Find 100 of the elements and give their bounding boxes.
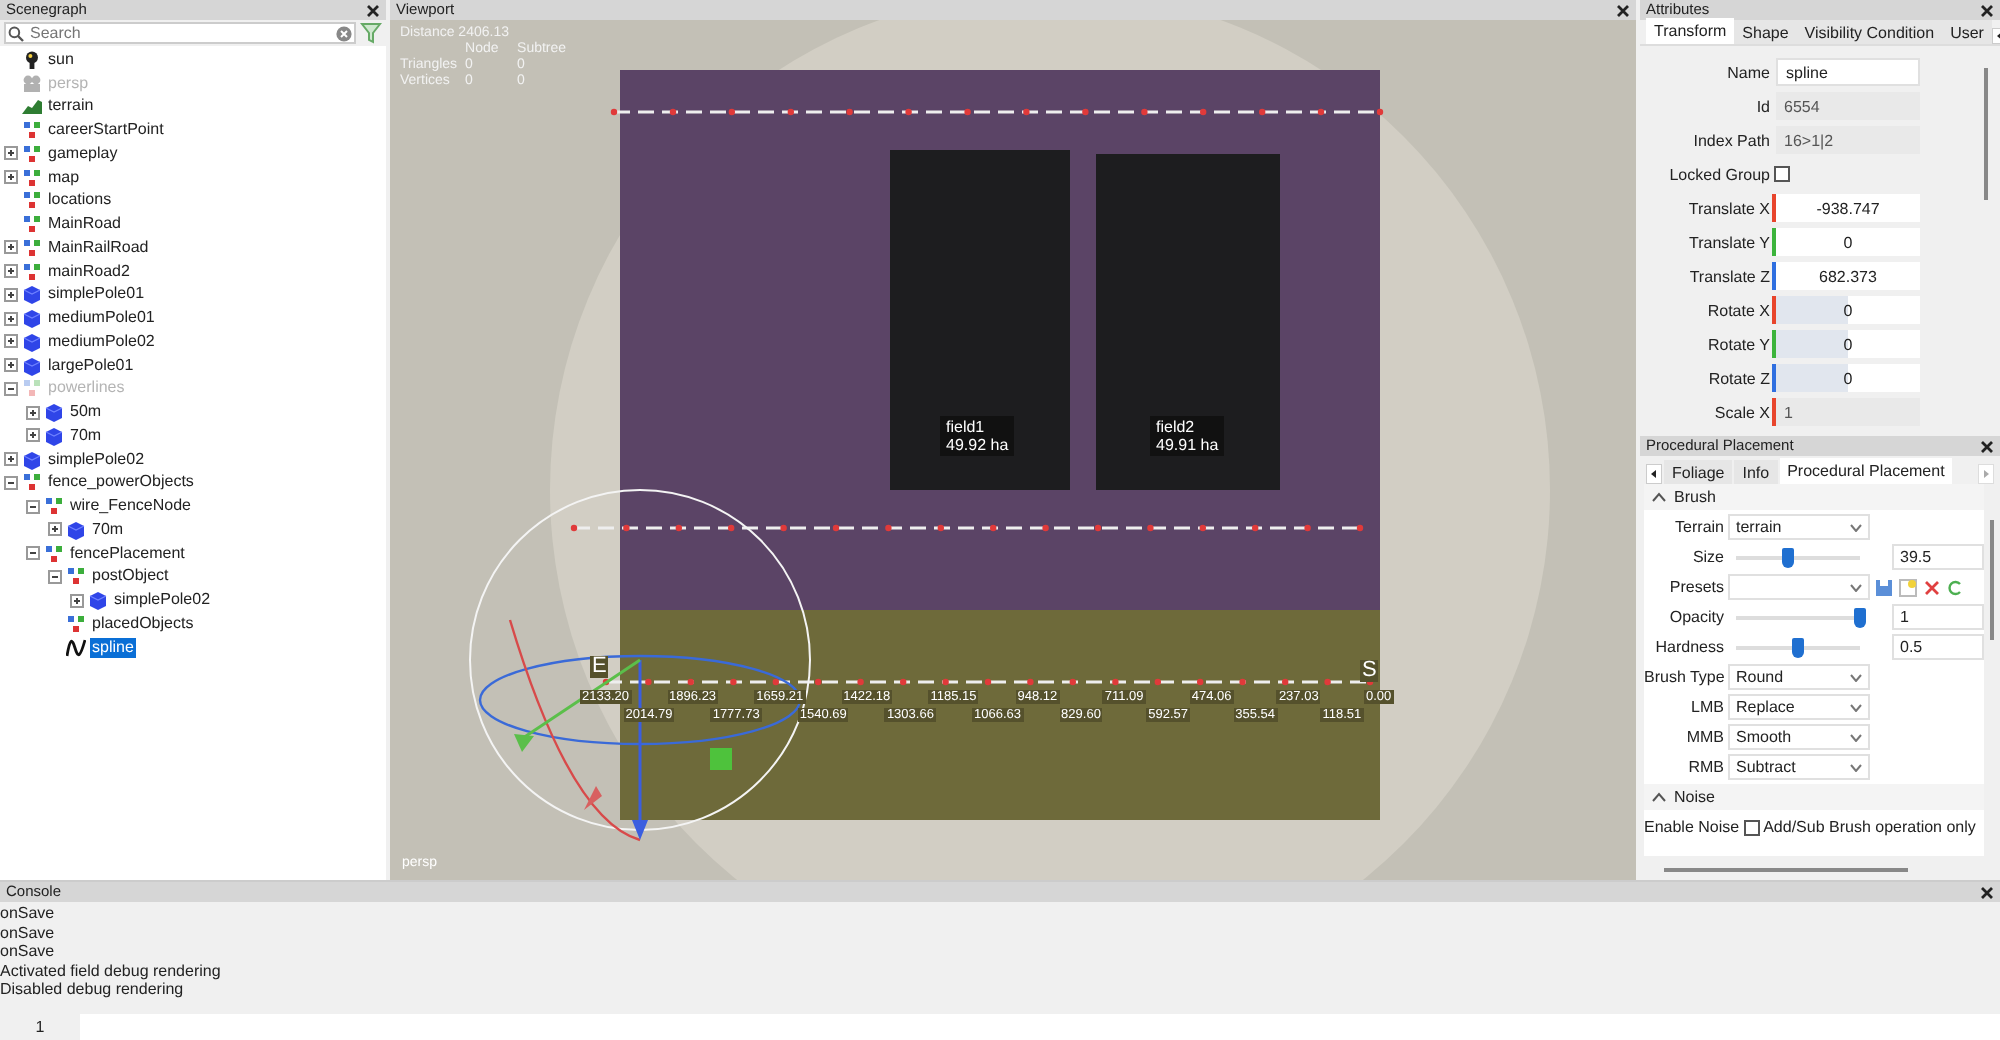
dropdown[interactable]: Smooth	[1728, 724, 1870, 750]
section-title: Noise	[1674, 788, 1715, 806]
dropdown[interactable]: terrain	[1728, 514, 1870, 540]
dropdown[interactable]: Subtract	[1728, 754, 1870, 780]
input-field[interactable]: 0	[1776, 364, 1920, 392]
field-label: Hardness	[1653, 638, 1724, 656]
section-header[interactable]: Noise	[1644, 784, 1984, 810]
expand-icon[interactable]	[4, 334, 18, 349]
tree-item[interactable]: gameplay	[46, 143, 120, 164]
input-field[interactable]: spline	[1776, 58, 1920, 86]
collapse-caret-icon[interactable]	[1652, 792, 1666, 802]
tree-item[interactable]: simplePole02	[112, 590, 213, 611]
tree-item[interactable]: locations	[46, 190, 114, 211]
cube-icon	[44, 402, 64, 423]
tree-item[interactable]: largePole01	[46, 355, 136, 376]
tree-item[interactable]: map	[46, 167, 82, 188]
expand-icon[interactable]	[48, 522, 62, 537]
tab[interactable]: Transform	[1646, 18, 1735, 44]
section-header[interactable]: Brush	[1644, 484, 1984, 510]
input-field[interactable]: 0	[1776, 330, 1920, 358]
tree-item[interactable]: wire_FenceNode	[68, 496, 193, 517]
close-icon[interactable]	[1980, 439, 1994, 453]
tree-item[interactable]: MainRailRoad	[46, 237, 151, 258]
checkbox[interactable]	[1774, 166, 1790, 182]
expand-icon[interactable]	[4, 311, 18, 326]
collapse-caret-icon[interactable]	[1652, 492, 1666, 502]
camera-icon	[22, 73, 42, 94]
cube-icon	[22, 284, 42, 305]
tree-item[interactable]: placedObjects	[90, 613, 196, 634]
tree-item[interactable]: fencePlacement	[68, 543, 187, 564]
expand-icon[interactable]	[4, 240, 18, 255]
expand-icon[interactable]	[4, 287, 18, 302]
tree-item[interactable]: terrain	[46, 96, 96, 117]
tree-item[interactable]: 70m	[90, 519, 126, 540]
field-label: Index Path	[1691, 131, 1772, 149]
expand-icon[interactable]	[70, 593, 84, 608]
input-field[interactable]: 1	[1892, 604, 1984, 630]
scrollbar-thumb[interactable]	[1984, 68, 1988, 200]
tree-item[interactable]: fence_powerObjects	[46, 472, 196, 493]
tab[interactable]: Info	[1734, 460, 1778, 484]
node-group-icon	[22, 143, 42, 164]
terrain-icon	[22, 96, 42, 117]
slider-thumb[interactable]	[1792, 637, 1804, 657]
tab[interactable]: Procedural Placement	[1779, 458, 1953, 484]
collapse-icon[interactable]	[4, 475, 18, 490]
expand-icon[interactable]	[4, 264, 18, 279]
expand-icon[interactable]	[4, 146, 18, 161]
node-group-icon	[22, 472, 42, 493]
input-field[interactable]: -938.747	[1776, 194, 1920, 222]
tree-item[interactable]: simplePole02	[46, 449, 147, 470]
tab[interactable]: Shape	[1734, 20, 1797, 44]
collapse-icon[interactable]	[26, 546, 40, 561]
refresh-icon[interactable]	[1946, 577, 1962, 597]
console-line: onSave	[0, 904, 57, 923]
close-icon[interactable]	[1980, 3, 1994, 17]
input-field[interactable]: 682.373	[1776, 262, 1920, 290]
tab[interactable]: User	[1942, 20, 1992, 44]
tree-item[interactable]: careerStartPoint	[46, 120, 166, 141]
tree-item[interactable]: mediumPole01	[46, 308, 157, 329]
input-field[interactable]: 0.5	[1892, 634, 1984, 660]
collapse-icon[interactable]	[26, 499, 40, 514]
collapse-icon[interactable]	[48, 569, 62, 584]
save-icon[interactable]	[1874, 577, 1894, 597]
input-field[interactable]: 0	[1776, 228, 1920, 256]
field-label: Terrain	[1673, 518, 1724, 536]
input-field[interactable]: 39.5	[1892, 544, 1984, 570]
field-area-text: 49.91 ha	[1156, 436, 1219, 454]
tab[interactable]: Foliage	[1664, 460, 1733, 484]
close-icon[interactable]	[366, 3, 380, 17]
clear-icon[interactable]	[336, 25, 352, 41]
readonly-field: 6554	[1776, 92, 1920, 120]
delete-icon[interactable]	[1922, 577, 1942, 597]
tree-item[interactable]: sun	[46, 49, 76, 70]
tree-item[interactable]: MainRoad	[46, 214, 123, 235]
expand-icon[interactable]	[4, 358, 18, 373]
tree-item[interactable]: postObject	[90, 566, 171, 587]
expand-icon[interactable]	[4, 452, 18, 467]
scrollbar-thumb[interactable]	[1664, 868, 1908, 872]
cube-icon	[22, 308, 42, 329]
checkbox[interactable]	[1743, 819, 1760, 835]
tab[interactable]: Visibility Condition	[1796, 20, 1943, 44]
tree-item[interactable]: simplePole01	[46, 284, 147, 305]
scroll-left-icon[interactable]	[1646, 464, 1662, 484]
dropdown[interactable]: Replace	[1728, 694, 1870, 720]
tree-item[interactable]: mediumPole02	[46, 331, 157, 352]
tree-item[interactable]: spline	[90, 637, 136, 658]
console-line: Disabled debug rendering	[0, 980, 186, 999]
close-icon[interactable]	[1616, 3, 1630, 17]
tree-item[interactable]: mainRoad2	[46, 261, 132, 282]
console-line: Activated field debug rendering	[0, 961, 223, 980]
dropdown[interactable]: Round	[1728, 664, 1870, 690]
close-icon[interactable]	[1980, 885, 1994, 899]
slider-thumb[interactable]	[1782, 547, 1795, 567]
slider-thumb[interactable]	[1854, 607, 1866, 627]
scrollbar-thumb[interactable]	[1990, 520, 1994, 640]
expand-icon[interactable]	[4, 170, 18, 185]
search-field[interactable]: Search	[4, 22, 356, 44]
field-name: field2	[1156, 418, 1197, 436]
field-label: Translate Y	[1687, 233, 1772, 251]
input-field[interactable]: 0	[1776, 296, 1920, 324]
